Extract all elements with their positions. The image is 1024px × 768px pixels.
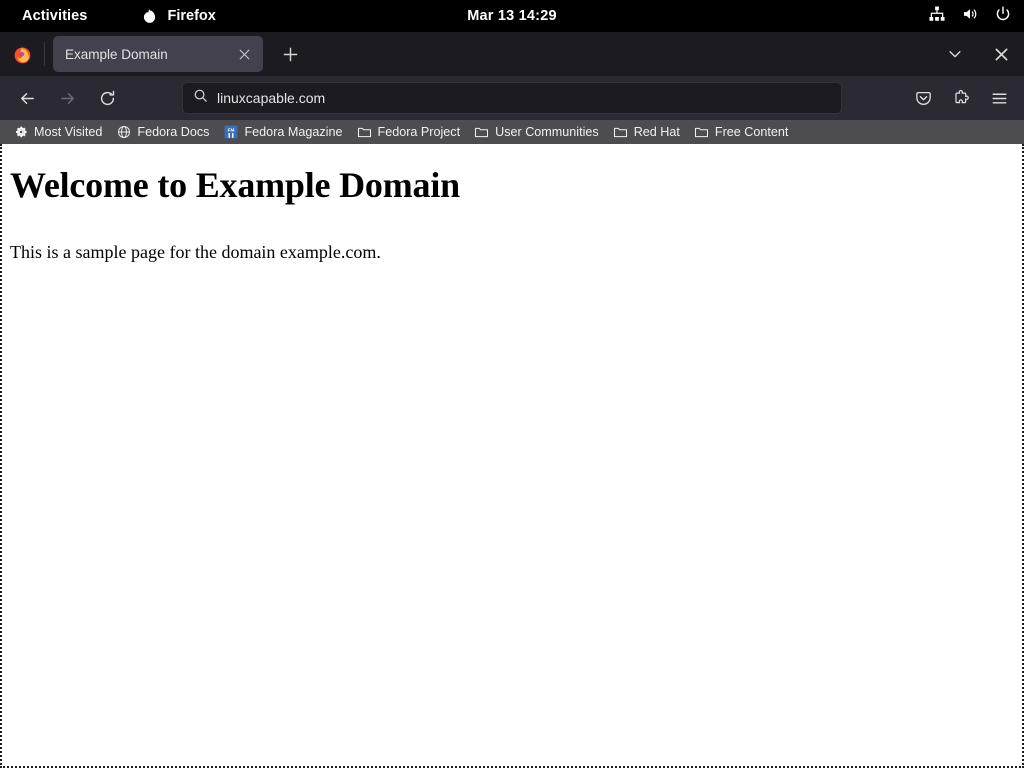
example-domain-page: Welcome to Example Domain This is a samp… <box>2 144 1022 271</box>
folder-icon <box>357 125 372 140</box>
tab-example-domain[interactable]: Example Domain <box>53 36 263 72</box>
bookmark-label: Fedora Project <box>377 125 461 139</box>
page-paragraph: This is a sample page for the domain exa… <box>10 241 381 262</box>
folder-icon <box>474 125 489 140</box>
tab-close-icon[interactable] <box>233 43 255 65</box>
search-icon <box>193 88 208 108</box>
url-bar[interactable]: linuxcapable.com <box>182 82 842 114</box>
toolbar-right-actions <box>906 81 1016 115</box>
firefox-window: Example Domain linuxcapable.com Most Vis… <box>0 32 1024 768</box>
bookmark-fedora-magazine[interactable]: FM Fedora Magazine <box>216 123 349 142</box>
bookmark-label: Red Hat <box>633 125 680 139</box>
page-content-area: Welcome to Example Domain This is a samp… <box>0 144 1024 768</box>
url-input[interactable]: linuxcapable.com <box>217 90 325 106</box>
app-menu-firefox[interactable]: Firefox <box>135 5 221 28</box>
bookmark-label: Fedora Docs <box>137 125 210 139</box>
clock-text: Mar 13 14:29 <box>467 8 557 24</box>
pocket-icon[interactable] <box>906 81 940 115</box>
window-controls <box>932 32 1024 76</box>
power-icon <box>994 5 1012 27</box>
bookmark-free-content[interactable]: Free Content <box>687 123 796 142</box>
gear-icon <box>13 125 28 140</box>
bookmark-most-visited[interactable]: Most Visited <box>6 123 109 142</box>
fedora-magazine-favicon: FM <box>223 125 238 140</box>
bookmark-user-communities[interactable]: User Communities <box>467 123 606 142</box>
firefox-window-logo-icon <box>0 32 44 76</box>
system-status-area[interactable] <box>928 5 1012 27</box>
page-heading: Welcome to Example Domain <box>10 165 460 205</box>
app-menu-label: Firefox <box>167 8 216 24</box>
window-close-icon[interactable] <box>978 32 1024 76</box>
gnome-top-bar: Activities Firefox Mar 13 14:29 <box>0 0 1024 32</box>
tab-list: Example Domain <box>45 32 307 76</box>
forward-button[interactable] <box>50 81 84 115</box>
tab-title: Example Domain <box>65 46 168 62</box>
bookmarks-toolbar: Most Visited Fedora Docs FM Fedora Magaz… <box>0 120 1024 144</box>
bookmark-red-hat[interactable]: Red Hat <box>606 123 687 142</box>
bookmark-label: Free Content <box>714 125 789 139</box>
hamburger-menu-icon[interactable] <box>982 81 1016 115</box>
activities-button[interactable]: Activities <box>14 5 95 27</box>
new-tab-button[interactable] <box>273 37 307 71</box>
back-button[interactable] <box>10 81 44 115</box>
folder-icon <box>613 125 628 140</box>
bookmark-label: User Communities <box>495 125 599 139</box>
list-all-tabs-chevron-down-icon[interactable] <box>932 32 978 76</box>
reload-button[interactable] <box>90 81 124 115</box>
navigation-toolbar: linuxcapable.com <box>0 76 1024 120</box>
bookmark-label: Most Visited <box>34 125 103 139</box>
bookmark-fedora-project[interactable]: Fedora Project <box>350 123 468 142</box>
bookmark-fedora-docs[interactable]: Fedora Docs <box>109 123 216 142</box>
extensions-icon[interactable] <box>944 81 978 115</box>
bookmark-label: Fedora Magazine <box>244 125 343 139</box>
svg-text:FM: FM <box>228 127 235 133</box>
network-icon <box>928 5 946 27</box>
volume-icon <box>961 5 979 27</box>
tab-strip: Example Domain <box>0 32 1024 76</box>
folder-icon <box>694 125 709 140</box>
firefox-logo-icon <box>141 8 158 25</box>
globe-icon <box>116 125 131 140</box>
